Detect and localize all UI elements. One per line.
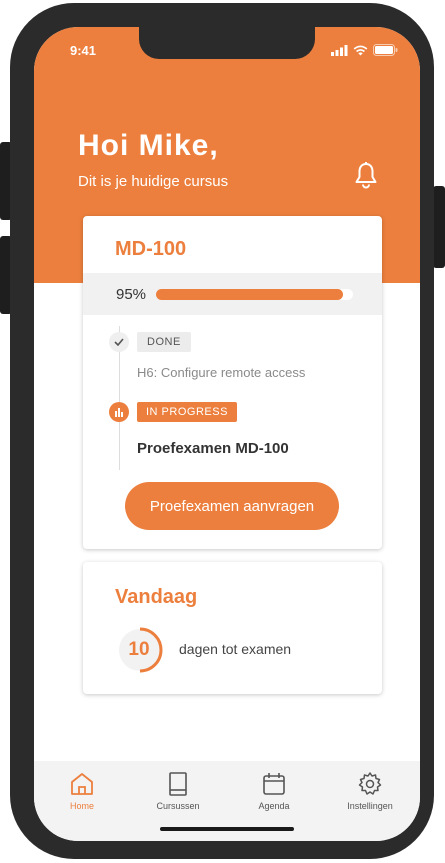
home-icon (71, 773, 93, 795)
tab-instellingen[interactable]: Instellingen (322, 771, 418, 811)
days-count: 10 (128, 639, 150, 660)
check-icon (109, 332, 129, 352)
days-label: dagen tot examen (179, 641, 292, 657)
calendar-icon (263, 773, 285, 795)
tab-label-home: Home (69, 801, 94, 811)
status-time: 9:41 (70, 43, 97, 58)
progress-bar-fill (156, 289, 344, 300)
battery-icon (373, 44, 398, 56)
in-progress-badge: IN PROGRESS (137, 402, 237, 422)
status-icons (331, 44, 398, 56)
power-button (433, 186, 445, 268)
course-card[interactable]: MD-100 95% DONE H6: Configure remote acc… (83, 216, 382, 549)
progress-row: 95% (83, 273, 382, 315)
tab-cursussen[interactable]: Cursussen (130, 771, 226, 811)
phone-frame: 9:41 Hoi Mike, Dit is je huidige cursus (10, 3, 434, 859)
done-item-title: H6: Configure remote access (137, 365, 306, 380)
greeting-title: Hoi Mike, (78, 129, 219, 162)
notch (139, 27, 315, 59)
tab-label-cursussen: Cursussen (156, 801, 200, 811)
in-progress-item-title: Proefexamen MD-100 (137, 440, 289, 457)
home-indicator (160, 827, 294, 831)
greeting-subtitle: Dit is je huidige cursus (78, 173, 229, 190)
tab-label-agenda: Agenda (258, 801, 290, 811)
bell-icon[interactable] (353, 161, 379, 189)
wifi-icon (353, 45, 368, 55)
tab-label-instellingen: Instellingen (347, 801, 393, 811)
book-icon (169, 772, 187, 796)
progress-chart-icon (109, 402, 129, 422)
signal-icon (331, 44, 348, 56)
tab-agenda[interactable]: Agenda (226, 771, 322, 811)
request-exam-button[interactable]: Proefexamen aanvragen (125, 482, 339, 530)
today-card: Vandaag 10 dagen tot examen (83, 562, 382, 694)
tab-home[interactable]: Home (34, 771, 130, 811)
progress-percentage: 95% (116, 286, 147, 303)
app-screen: 9:41 Hoi Mike, Dit is je huidige cursus (34, 27, 420, 841)
today-title: Vandaag (115, 586, 198, 608)
course-title: MD-100 (115, 238, 187, 260)
progress-bar (156, 289, 353, 300)
done-badge: DONE (137, 332, 191, 352)
gear-icon (358, 772, 382, 795)
